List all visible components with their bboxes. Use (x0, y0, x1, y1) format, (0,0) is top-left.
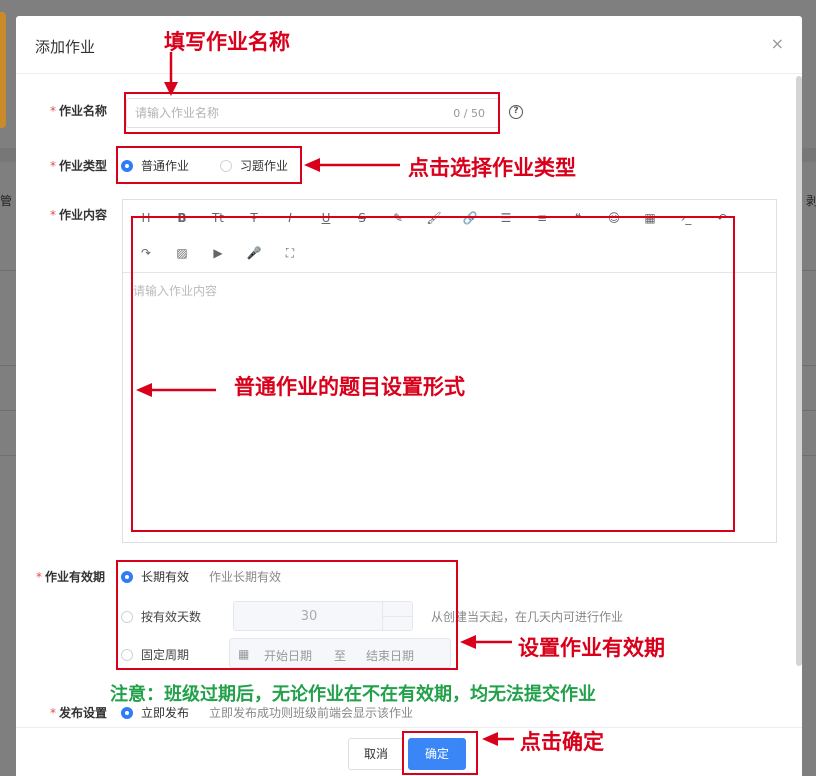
annotation-box-name (124, 92, 500, 134)
radio-checked-icon (121, 706, 133, 719)
annotation-box-validity (116, 560, 458, 670)
annotation-choose-type: 点击选择作业类型 (408, 155, 576, 180)
dialog-scrollbar[interactable] (796, 76, 802, 666)
annotation-fill-name: 填写作业名称 (164, 29, 290, 54)
annotation-question-format: 普通作业的题目设置形式 (234, 374, 465, 399)
publish-label: * 发布设置 (50, 706, 108, 720)
background-banner-edge (0, 12, 6, 128)
background-text-left: 管 (0, 194, 13, 208)
dialog-title: 添加作业 (35, 38, 96, 56)
publish-hint: 立即发布成功则班级前端会显示该作业 (209, 706, 414, 720)
name-label: * 作业名称 (50, 104, 108, 118)
validity-label: * 作业有效期 (36, 570, 106, 584)
type-label: * 作业类型 (50, 159, 108, 173)
publish-now-radio[interactable]: 立即发布 (121, 704, 189, 721)
background-text-right: 剥 (806, 194, 816, 208)
cancel-button[interactable]: 取消 (348, 738, 404, 770)
annotation-set-validity: 设置作业有效期 (518, 635, 665, 660)
content-label: * 作业内容 (50, 208, 108, 222)
annotation-note: 注意：班级过期后，无论作业在不在有效期，均无法提交作业 (110, 684, 596, 705)
help-icon[interactable]: ? (509, 105, 523, 119)
footer-divider (16, 727, 802, 728)
annotation-box-type (116, 146, 302, 184)
annotation-box-confirm (402, 731, 478, 775)
dialog-header: 添加作业 × (16, 16, 802, 74)
annotation-click-ok: 点击确定 (520, 729, 604, 754)
days-hint: 从创建当天起，在几天内可进行作业 (431, 610, 624, 624)
close-icon[interactable]: × (771, 34, 784, 53)
